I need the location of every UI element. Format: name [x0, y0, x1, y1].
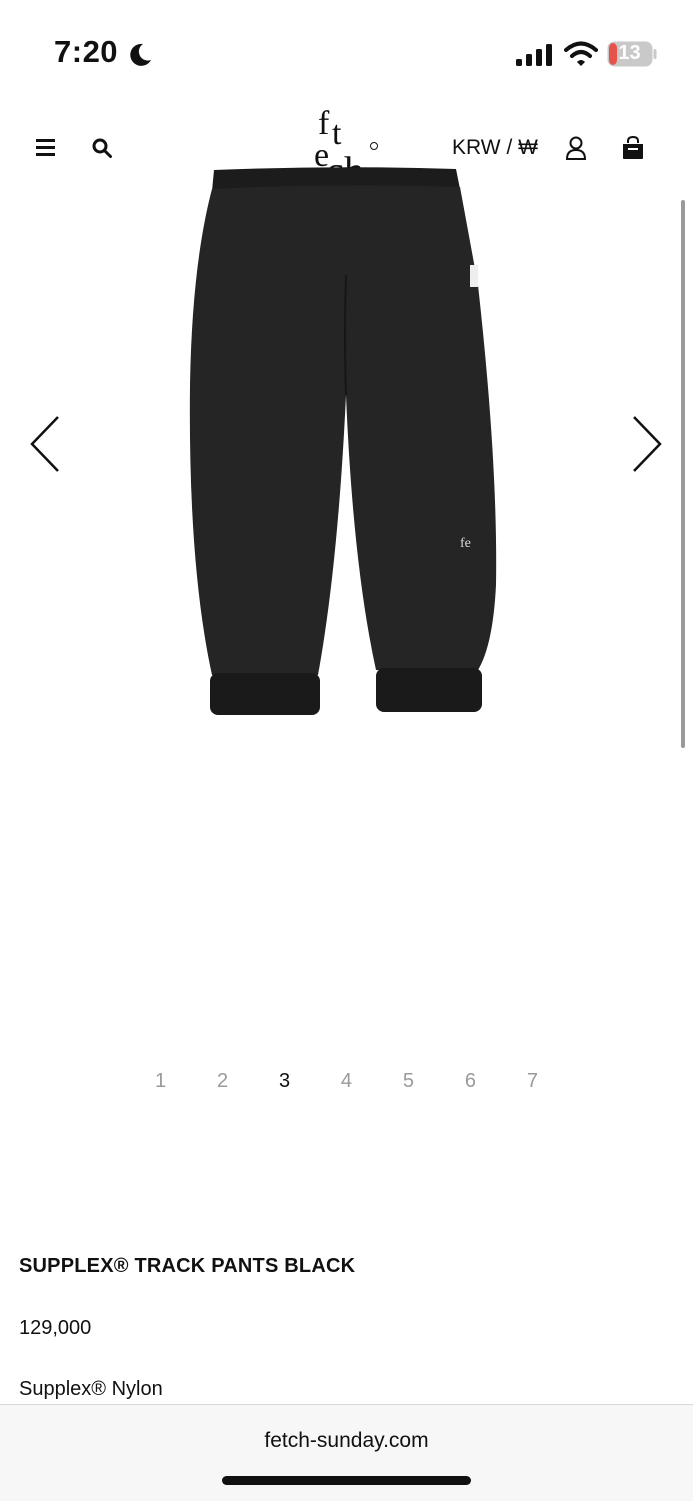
product-material: Supplex® Nylon	[19, 1378, 163, 1400]
page-2[interactable]: 2	[217, 1070, 228, 1093]
search-icon[interactable]	[92, 138, 112, 158]
signal-icon	[516, 44, 552, 66]
product-price: 129,000	[19, 1317, 92, 1339]
page-6[interactable]: 6	[465, 1070, 476, 1093]
currency-selector[interactable]: KRW / ₩	[452, 136, 538, 160]
page-7[interactable]: 7	[527, 1070, 538, 1093]
svg-text:fe: fe	[460, 536, 471, 551]
image-pagination: 1 2 3 4 5 6 7	[155, 1070, 538, 1093]
user-icon[interactable]	[565, 136, 587, 160]
scrollbar[interactable]	[681, 200, 685, 748]
browser-url[interactable]: fetch-sunday.com	[0, 1429, 693, 1453]
page-3[interactable]: 3	[279, 1070, 290, 1093]
page-5[interactable]: 5	[403, 1070, 414, 1093]
battery-level: 13	[618, 42, 641, 64]
moon-icon	[130, 43, 151, 66]
product-title: SUPPLEX® TRACK PANTS BLACK	[19, 1255, 356, 1277]
menu-icon[interactable]	[36, 139, 55, 156]
product-image: fe	[189, 167, 497, 715]
svg-text:t: t	[332, 115, 342, 152]
chevron-left-icon[interactable]	[28, 414, 64, 474]
chevron-right-icon[interactable]	[628, 414, 664, 474]
wifi-icon	[564, 41, 598, 66]
page-4[interactable]: 4	[341, 1070, 352, 1093]
home-indicator[interactable]	[222, 1476, 471, 1485]
page-1[interactable]: 1	[155, 1070, 166, 1093]
status-time: 7:20	[54, 34, 119, 69]
shopping-bag-icon[interactable]	[622, 136, 644, 160]
